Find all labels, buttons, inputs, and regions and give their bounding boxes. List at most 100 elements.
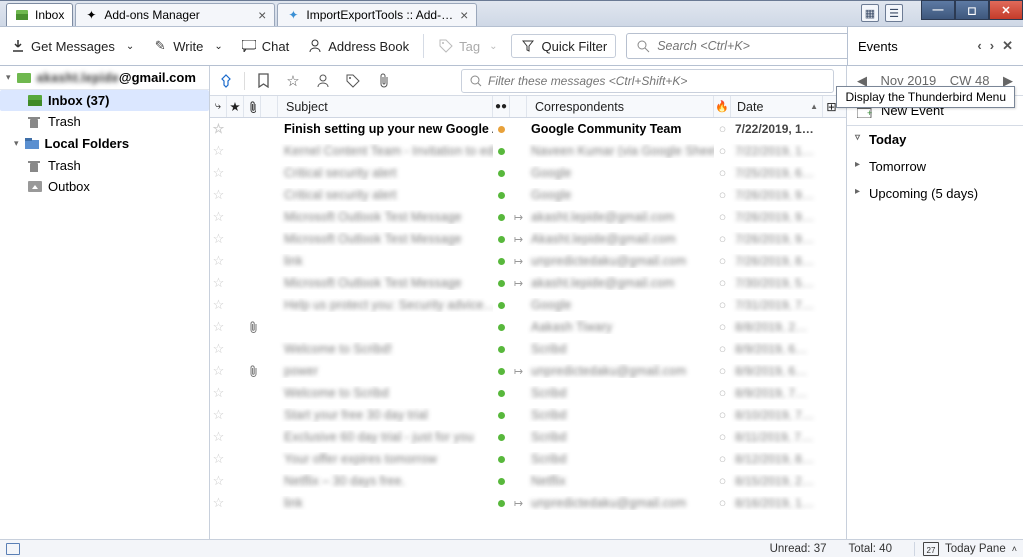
tasks-tab-icon[interactable]: ☰	[885, 4, 903, 22]
row-star[interactable]: ☆	[210, 121, 227, 137]
row-star[interactable]: ☆	[210, 231, 227, 247]
chat-button[interactable]: Chat	[237, 35, 293, 57]
row-junk-icon[interactable]: ○	[714, 122, 731, 136]
col-thread[interactable]: ⤷	[210, 96, 227, 117]
row-junk-icon[interactable]: ○	[714, 452, 731, 466]
folder-inbox[interactable]: Inbox (37)	[0, 90, 209, 111]
events-close[interactable]: ✕	[1002, 38, 1013, 54]
tab-addons[interactable]: ✦ Add-ons Manager ×	[75, 3, 275, 26]
message-row[interactable]: ☆Critical security alertGoogle○7/26/2019…	[210, 184, 846, 206]
row-junk-icon[interactable]: ○	[714, 166, 731, 180]
row-read-dot[interactable]	[493, 214, 510, 221]
agenda-tomorrow[interactable]: Tomorrow	[847, 153, 1023, 180]
row-read-dot[interactable]	[493, 324, 510, 331]
row-junk-icon[interactable]: ○	[714, 386, 731, 400]
events-next[interactable]: ›	[990, 38, 994, 54]
today-pane-toggle[interactable]: 27 Today Pane ˄	[914, 542, 1017, 556]
qf-pin-icon[interactable]	[214, 69, 238, 93]
filter-input[interactable]	[488, 74, 825, 88]
get-messages-button[interactable]: Get Messages ⌄	[6, 35, 138, 57]
message-row[interactable]: ☆Welcome to Scribd!Scribd○8/9/2019, 6…	[210, 338, 846, 360]
message-row[interactable]: ☆Critical security alertGoogle○7/25/2019…	[210, 162, 846, 184]
message-row[interactable]: ☆Microsoft Outlook Test Message↦akasht.l…	[210, 272, 846, 294]
write-button[interactable]: ✎ Write ⌄	[148, 35, 227, 57]
message-row[interactable]: ☆Help us protect you: Security advice…Go…	[210, 294, 846, 316]
folder-outbox[interactable]: Outbox	[0, 176, 209, 197]
maximize-button[interactable]: ◻	[955, 0, 989, 20]
tag-button[interactable]: Tag ⌄	[434, 35, 501, 57]
qf-attachment-icon[interactable]	[371, 69, 395, 93]
row-junk-icon[interactable]: ○	[714, 144, 731, 158]
row-star[interactable]: ☆	[210, 407, 227, 423]
row-junk-icon[interactable]: ○	[714, 496, 731, 510]
row-read-dot[interactable]	[493, 148, 510, 155]
row-read-dot[interactable]	[493, 434, 510, 441]
row-read-dot[interactable]	[493, 390, 510, 397]
folder-trash[interactable]: Trash	[0, 111, 209, 132]
row-read-dot[interactable]	[493, 192, 510, 199]
row-read-dot[interactable]	[493, 170, 510, 177]
message-row[interactable]: ☆Netflix – 30 days free.Netflix○8/15/201…	[210, 470, 846, 492]
col-correspondents[interactable]: Correspondents	[527, 96, 714, 117]
close-button[interactable]: ✕	[989, 0, 1023, 20]
row-junk-icon[interactable]: ○	[714, 210, 731, 224]
row-star[interactable]: ☆	[210, 473, 227, 489]
row-junk-icon[interactable]: ○	[714, 430, 731, 444]
col-subject[interactable]: Subject	[278, 96, 493, 117]
account-row[interactable]: ▾ akasht.lepide@gmail.com	[0, 66, 209, 90]
message-row[interactable]: ☆Start your free 30 day trialScribd○8/10…	[210, 404, 846, 426]
row-star[interactable]: ☆	[210, 319, 227, 335]
filter-messages[interactable]	[461, 69, 834, 93]
col-date[interactable]: Date	[731, 96, 823, 117]
row-read-dot[interactable]	[493, 478, 510, 485]
message-row[interactable]: ☆Microsoft Outlook Test Message↦Akasht.l…	[210, 228, 846, 250]
row-star[interactable]: ☆	[210, 495, 227, 511]
row-star[interactable]: ☆	[210, 275, 227, 291]
row-junk-icon[interactable]: ○	[714, 320, 731, 334]
events-prev[interactable]: ‹	[977, 38, 981, 54]
row-junk-icon[interactable]: ○	[714, 276, 731, 290]
row-junk-icon[interactable]: ○	[714, 364, 731, 378]
row-star[interactable]: ☆	[210, 187, 227, 203]
row-read-dot[interactable]	[493, 412, 510, 419]
row-junk-icon[interactable]: ○	[714, 408, 731, 422]
row-star[interactable]: ☆	[210, 253, 227, 269]
close-icon[interactable]: ×	[460, 7, 468, 23]
row-star[interactable]: ☆	[210, 385, 227, 401]
row-read-dot[interactable]	[493, 302, 510, 309]
message-row[interactable]: ☆Welcome to ScribdScribd○8/9/2019, 7…	[210, 382, 846, 404]
message-row[interactable]: ☆link↦unpredictedaku@gmail.com○7/26/2019…	[210, 250, 846, 272]
quick-filter-button[interactable]: Quick Filter	[511, 34, 616, 58]
row-star[interactable]: ☆	[210, 451, 227, 467]
message-row[interactable]: ☆Microsoft Outlook Test Message↦akasht.l…	[210, 206, 846, 228]
collapse-icon[interactable]: ▾	[6, 72, 11, 83]
message-list[interactable]: ☆Finish setting up your new Google A…Goo…	[210, 118, 846, 539]
message-row[interactable]: ☆Kernel Content Team - Invitation to edi…	[210, 140, 846, 162]
row-junk-icon[interactable]: ○	[714, 254, 731, 268]
row-read-dot[interactable]	[493, 236, 510, 243]
row-star[interactable]: ☆	[210, 297, 227, 313]
address-book-button[interactable]: Address Book	[303, 35, 413, 57]
qf-unread-icon[interactable]	[251, 69, 275, 93]
qf-contact-icon[interactable]	[311, 69, 335, 93]
qf-tag-icon[interactable]	[341, 69, 365, 93]
row-star[interactable]: ☆	[210, 363, 227, 379]
agenda-upcoming[interactable]: Upcoming (5 days)	[847, 180, 1023, 207]
row-junk-icon[interactable]: ○	[714, 188, 731, 202]
col-read[interactable]: ●●	[493, 96, 510, 117]
row-star[interactable]: ☆	[210, 209, 227, 225]
row-star[interactable]: ☆	[210, 165, 227, 181]
close-icon[interactable]: ×	[258, 7, 266, 23]
row-junk-icon[interactable]: ○	[714, 298, 731, 312]
tab-importexport[interactable]: ✦ ImportExportTools :: Add-o… ×	[277, 3, 477, 26]
row-junk-icon[interactable]: ○	[714, 474, 731, 488]
row-read-dot[interactable]	[493, 258, 510, 265]
message-row[interactable]: ☆Exclusive 60 day trial - just for youSc…	[210, 426, 846, 448]
col-attachment[interactable]	[244, 96, 261, 117]
row-read-dot[interactable]	[493, 280, 510, 287]
message-row[interactable]: ☆link↦unpredictedaku@gmail.com○8/16/2019…	[210, 492, 846, 514]
agenda-today[interactable]: Today	[847, 126, 1023, 153]
row-star[interactable]: ☆	[210, 429, 227, 445]
chevron-down-icon[interactable]: ⌄	[126, 41, 134, 52]
col-junk[interactable]: 🔥	[714, 96, 731, 117]
